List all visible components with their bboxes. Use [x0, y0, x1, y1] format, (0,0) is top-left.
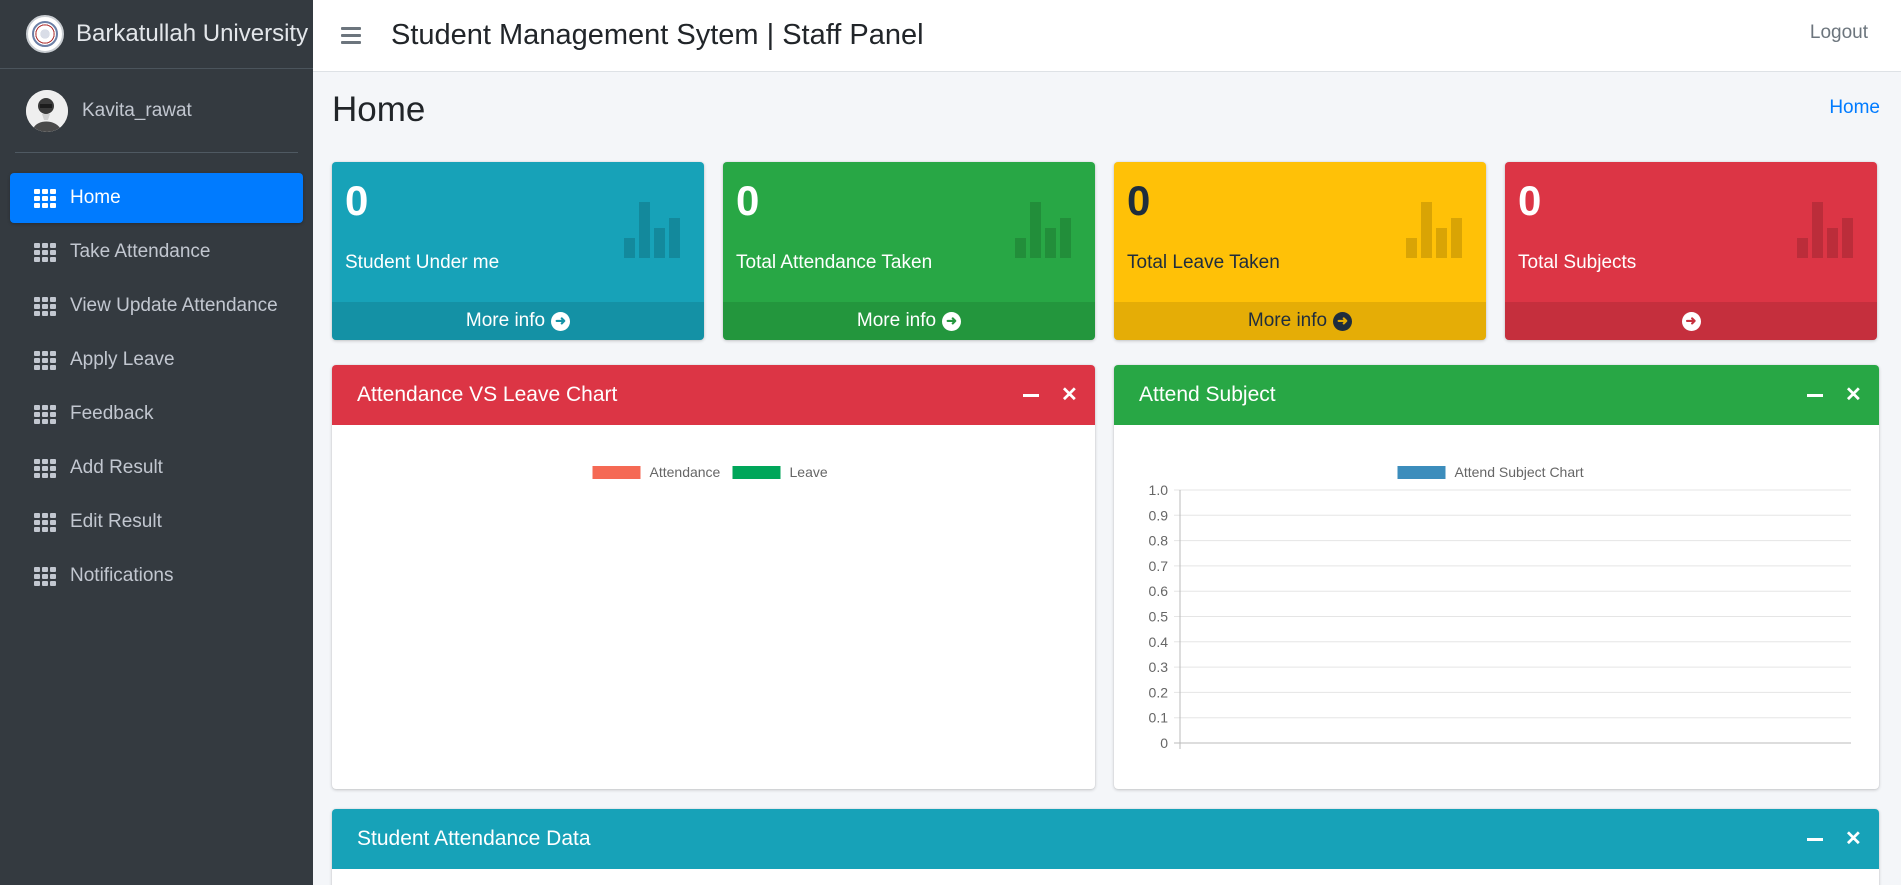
card-tools: ✕ [1807, 385, 1862, 405]
sidebar-item-edit-result[interactable]: Edit Result [10, 497, 303, 547]
y-tick-label: 1.0 [1149, 482, 1169, 498]
card-tools: ✕ [1807, 829, 1862, 849]
th-grid-icon [34, 242, 56, 262]
sidebar: Barkatullah University Kavita_rawat Home… [0, 0, 313, 885]
y-tick-label: 0.3 [1149, 659, 1169, 675]
stat-box-students: 0 Student Under me More info ➜ [332, 162, 704, 340]
more-info-link[interactable]: More info ➜ [1114, 302, 1486, 340]
sidebar-item-home[interactable]: Home [10, 173, 303, 223]
sidebar-item-apply-leave[interactable]: Apply Leave [10, 335, 303, 385]
card-title: Attendance VS Leave Chart [357, 383, 618, 406]
sidebar-item-label: Feedback [70, 403, 154, 424]
y-tick-label: 0 [1160, 735, 1168, 751]
user-panel: Kavita_rawat [15, 69, 298, 153]
more-info-label: More info [856, 310, 937, 331]
breadcrumb-home[interactable]: Home [1829, 97, 1880, 119]
university-logo-icon [26, 15, 64, 53]
y-tick-label: 0.5 [1149, 609, 1169, 625]
close-icon[interactable]: ✕ [1061, 385, 1078, 405]
sidebar-item-label: Edit Result [70, 511, 162, 532]
collapse-minus-icon[interactable] [1807, 385, 1823, 405]
legend-label: Attendance [650, 464, 721, 480]
sidebar-item-label: Home [70, 187, 121, 208]
th-grid-icon [34, 296, 56, 316]
bar-chart-icon [1406, 200, 1468, 258]
sidebar-item-add-result[interactable]: Add Result [10, 443, 303, 493]
close-icon[interactable]: ✕ [1845, 829, 1862, 849]
legend-swatch [592, 466, 641, 479]
y-tick-label: 0.8 [1149, 533, 1169, 549]
sidebar-item-view-update-attendance[interactable]: View Update Attendance [10, 281, 303, 331]
more-info-label: More info [1247, 310, 1328, 331]
more-info-link[interactable]: ➜ [1505, 302, 1877, 340]
close-icon[interactable]: ✕ [1845, 385, 1862, 405]
arrow-circle-right-icon: ➜ [1333, 311, 1353, 331]
y-tick-label: 0.1 [1149, 710, 1169, 726]
sidebar-item-label: Add Result [70, 457, 163, 478]
sidebar-item-feedback[interactable]: Feedback [10, 389, 303, 439]
legend-label: Leave [790, 464, 828, 480]
bar-chart-icon [624, 200, 686, 258]
y-tick-label: 0.9 [1149, 507, 1169, 523]
more-info-label: More info [465, 310, 546, 331]
attend-subject-bar-chart: Attend Subject Chart 1.0 0.9 0.8 0.7 0.6 0.5 0.… [1149, 464, 1851, 751]
sidebar-nav: Home Take Attendance View Update Attenda… [0, 153, 313, 601]
card-tools: ✕ [1023, 385, 1078, 405]
y-tick-label: 0.2 [1149, 684, 1169, 700]
sidebar-item-notifications[interactable]: Notifications [10, 551, 303, 601]
th-grid-icon [34, 512, 56, 532]
user-name[interactable]: Kavita_rawat [82, 100, 192, 122]
top-navbar: Student Management Sytem | Staff Panel L… [313, 0, 1901, 72]
th-grid-icon [34, 404, 56, 424]
legend-swatch [732, 466, 781, 479]
logout-link[interactable]: Logout [1810, 22, 1868, 44]
sidebar-item-label: Take Attendance [70, 241, 211, 262]
th-grid-icon [34, 458, 56, 478]
bar-chart-icon [1015, 200, 1077, 258]
y-tick-label: 0.6 [1149, 583, 1169, 599]
th-grid-icon [34, 350, 56, 370]
arrow-circle-right-icon: ➜ [551, 311, 571, 331]
sidebar-item-label: Notifications [70, 565, 174, 586]
sidebar-item-label: Apply Leave [70, 349, 175, 370]
th-grid-icon [34, 188, 56, 208]
student-attendance-card: Student Attendance Data ✕ [332, 809, 1879, 885]
brand-link[interactable]: Barkatullah University [0, 0, 313, 69]
more-info-link[interactable]: More info ➜ [332, 302, 704, 340]
menu-toggle-icon[interactable] [341, 27, 361, 44]
stat-box-leave: 0 Total Leave Taken More info ➜ [1114, 162, 1486, 340]
sidebar-item-take-attendance[interactable]: Take Attendance [10, 227, 303, 277]
card-title: Student Attendance Data [357, 827, 591, 850]
stat-box-subjects: 0 Total Subjects ➜ [1505, 162, 1877, 340]
card-header: Attend Subject ✕ [1114, 365, 1879, 425]
arrow-circle-right-icon: ➜ [1681, 311, 1701, 331]
avatar[interactable] [26, 89, 68, 132]
arrow-circle-right-icon: ➜ [942, 311, 962, 331]
stat-box-attendance: 0 Total Attendance Taken More info ➜ [723, 162, 1095, 340]
attend-subject-card: Attend Subject ✕ Attend Subject Chart 1.0… [1114, 365, 1879, 789]
collapse-minus-icon[interactable] [1807, 829, 1823, 849]
card-header: Attendance VS Leave Chart ✕ [332, 365, 1095, 425]
page-title: Home [332, 90, 426, 129]
attendance-leave-card: Attendance VS Leave Chart ✕ Attendance Le… [332, 365, 1095, 789]
card-header: Student Attendance Data ✕ [332, 809, 1879, 869]
collapse-minus-icon[interactable] [1023, 385, 1039, 405]
th-grid-icon [34, 566, 56, 586]
more-info-link[interactable]: More info ➜ [723, 302, 1095, 340]
legend-swatch [1397, 466, 1446, 479]
bar-chart-icon [1797, 200, 1859, 258]
y-tick-label: 0.7 [1149, 558, 1169, 574]
legend-label: Attend Subject Chart [1455, 464, 1584, 480]
sidebar-item-label: View Update Attendance [70, 295, 278, 316]
header-title: Student Management Sytem | Staff Panel [391, 19, 924, 51]
attendance-leave-pie-chart: Attendance Leave [592, 464, 828, 480]
y-tick-label: 0.4 [1149, 634, 1169, 650]
card-title: Attend Subject [1139, 383, 1276, 406]
brand-name: Barkatullah University [76, 20, 309, 47]
